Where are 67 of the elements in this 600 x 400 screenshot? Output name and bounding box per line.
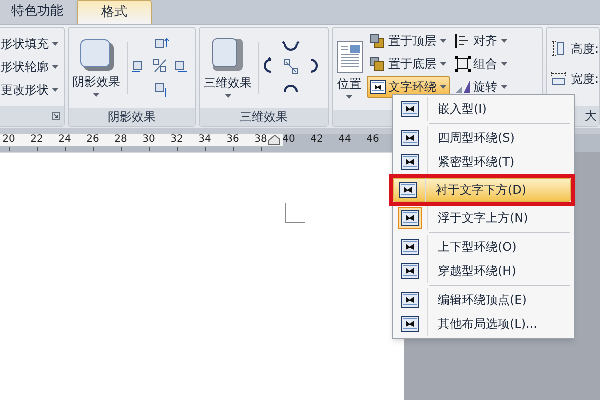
- ruler-number: 24: [58, 134, 72, 146]
- shadow-effect-button[interactable]: 阴影效果: [70, 28, 123, 108]
- menu-item[interactable]: 四周型环绕(S): [395, 126, 572, 150]
- ruler-number: 46: [366, 134, 380, 146]
- field-label: 高度:: [570, 41, 599, 58]
- bring-front-icon: [370, 34, 386, 48]
- caret-icon: [52, 88, 59, 92]
- rotate-icon: [454, 79, 471, 95]
- ruler-number: 34: [198, 134, 212, 146]
- ruler-number: 26: [86, 134, 100, 146]
- shadow-square-icon: [80, 39, 114, 71]
- text-boundary-corner: [285, 203, 305, 223]
- position-button[interactable]: 位置: [334, 30, 365, 110]
- group-label: 大: [585, 108, 597, 125]
- caret-icon: [440, 62, 447, 66]
- ruler-number: 20: [2, 134, 16, 146]
- caret-icon: [224, 94, 232, 98]
- threed-effect-button[interactable]: 三维效果: [202, 28, 254, 108]
- dropdown-button[interactable]: 对齐: [452, 30, 511, 52]
- send-back-icon: [370, 56, 386, 72]
- dropdown-button[interactable]: 旋转: [452, 76, 511, 98]
- menu-item[interactable]: 穿越型环绕(H): [395, 259, 572, 283]
- ruler-number: 42: [310, 134, 324, 146]
- caret-icon: [440, 85, 447, 89]
- caret-icon: [52, 42, 59, 46]
- dropdown-button[interactable]: 置于底层: [366, 53, 450, 75]
- ruler-number: 44: [338, 134, 352, 146]
- dialog-launcher-icon: [52, 112, 60, 120]
- align-icon: [454, 33, 471, 49]
- caret-icon: [500, 85, 508, 89]
- page-picture-icon: [336, 41, 363, 73]
- dropdown-button[interactable]: 形状轮廓: [0, 56, 61, 78]
- dropdown-button[interactable]: 形状填充: [0, 33, 61, 55]
- shadow-nudge-icons-drawing: [132, 38, 188, 98]
- ribbon-tab[interactable]: 特色功能: [0, 0, 75, 24]
- field-label: 宽度:: [570, 71, 599, 88]
- menu-item[interactable]: 上下型环绕(O): [395, 235, 572, 259]
- ruler-number: 32: [170, 134, 184, 146]
- menu-item[interactable]: 浮于文字上方(N): [395, 206, 572, 230]
- dropdown-button[interactable]: 组合: [452, 53, 511, 75]
- menu-item[interactable]: 编辑环绕顶点(E): [395, 288, 572, 312]
- bevel-square-icon: [212, 38, 244, 72]
- text-wrap-icon: [370, 80, 386, 94]
- dropdown-button[interactable]: 更改形状: [0, 79, 61, 101]
- ruler-number: 36: [226, 134, 240, 146]
- group-icon: [454, 56, 471, 72]
- group-label: 三维效果: [240, 109, 288, 126]
- menu-item[interactable]: 嵌入型(I): [395, 97, 572, 121]
- ruler-number: 22: [30, 134, 44, 146]
- menu-item[interactable]: 其他布局选项(L)...: [395, 312, 572, 336]
- menu-item[interactable]: 衬于文字下方(D): [393, 178, 571, 202]
- ruler-number: 28: [114, 134, 128, 146]
- caret-icon: [440, 39, 447, 43]
- width-icon: [550, 71, 567, 87]
- ruler-number: 40: [282, 134, 296, 146]
- caret-icon: [52, 65, 59, 69]
- ruler-number: 30: [142, 134, 156, 146]
- caret-icon: [93, 93, 100, 97]
- ruler-number: 38: [254, 134, 268, 146]
- height-icon: [550, 41, 567, 57]
- dropdown-button[interactable]: 置于顶层: [366, 30, 450, 52]
- caret-icon: [500, 62, 508, 66]
- menu-item[interactable]: 紧密型环绕(T): [395, 150, 572, 174]
- caret-icon: [346, 95, 354, 99]
- caret-icon: [500, 39, 508, 43]
- ribbon-tab[interactable]: 格式: [77, 0, 152, 24]
- group-label: 阴影效果: [108, 109, 156, 126]
